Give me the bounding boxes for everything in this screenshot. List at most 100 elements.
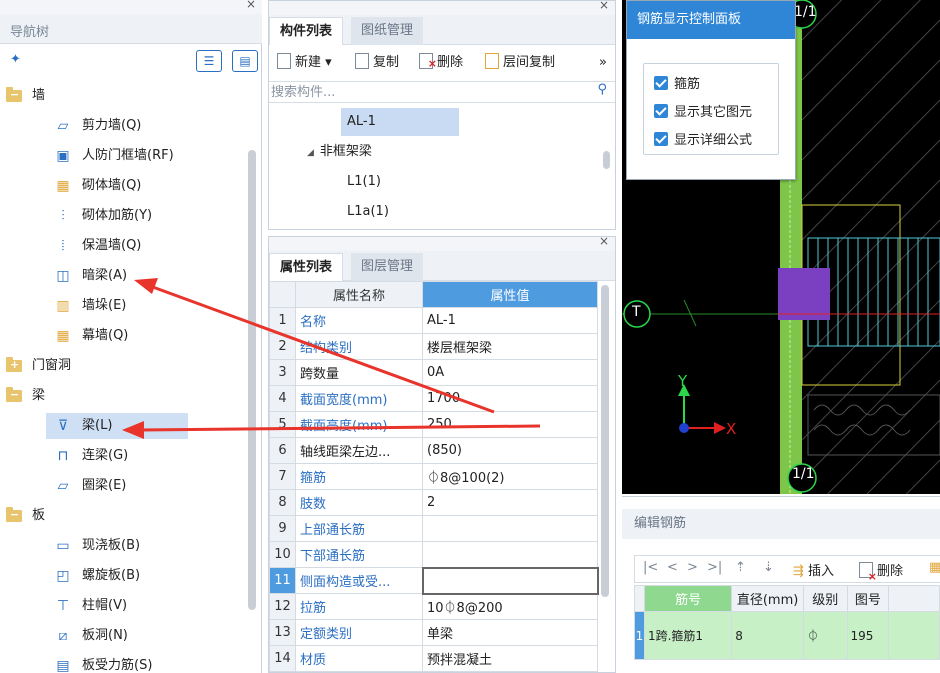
delete-button[interactable]: 删除 [419, 53, 463, 74]
rebar-bar-no[interactable]: 1跨.箍筋1 [643, 611, 733, 660]
property-row[interactable]: 7 箍筋 ⏀8@100(2) [269, 463, 598, 490]
tree-group-beam[interactable]: 梁 [0, 382, 240, 409]
tree-item-column-cap[interactable]: ⊤ 柱帽(V) [0, 593, 240, 619]
property-value[interactable]: ⏀8@100(2) [422, 463, 598, 490]
detail-view-icon[interactable]: ▤ [232, 50, 258, 72]
nav-scrollbar[interactable] [248, 150, 256, 610]
component-tree: AL-1 ◢ 非框架梁 L1(1) L1a(1) [269, 105, 615, 229]
checkbox-checked-icon[interactable] [654, 104, 668, 118]
property-row[interactable]: 1 名称 AL-1 [269, 307, 598, 334]
rebar-header-diameter: 直径(mm) [731, 585, 804, 612]
close-icon[interactable]: × [599, 234, 609, 248]
pin-icon[interactable]: ✦ [10, 52, 21, 67]
property-row[interactable]: 13 定额类别 单梁 [269, 619, 598, 646]
property-value[interactable] [422, 541, 598, 568]
component-item-l1[interactable]: L1(1) [347, 168, 381, 196]
tree-item-masonry-wall[interactable]: ▦ 砌体墙(Q) [0, 173, 240, 199]
property-row[interactable]: 10 下部通长筋 [269, 541, 598, 568]
option-show-detailed-formula[interactable]: 显示详细公式 [654, 130, 752, 152]
property-value[interactable]: 单梁 [422, 619, 598, 646]
component-scrollbar[interactable] [603, 151, 610, 169]
component-item-al1[interactable]: AL-1 [341, 108, 459, 136]
tree-item-hidden-beam[interactable]: ◫ 暗梁(A) [0, 263, 240, 289]
tree-item-slab-rebar[interactable]: ▤ 板受力筋(S) [0, 653, 240, 673]
property-row[interactable]: 6 轴线距梁左边... (850) [269, 437, 598, 464]
more-button[interactable]: » [599, 53, 607, 73]
tree-group-wall[interactable]: 墙 [0, 82, 240, 109]
more-tools-icon[interactable]: ▦ [929, 560, 940, 575]
tree-item-cast-slab[interactable]: ▭ 现浇板(B) [0, 533, 240, 559]
rebar-row[interactable]: 1 1跨.箍筋1 8 ⏀ 195 [634, 611, 940, 660]
property-value[interactable] [422, 515, 598, 542]
property-row[interactable]: 8 肢数 2 [269, 489, 598, 516]
last-record-button[interactable]: >| [707, 560, 722, 575]
option-show-other-elements[interactable]: 显示其它图元 [654, 102, 752, 124]
rebar-shape-no[interactable]: 195 [846, 611, 890, 660]
property-scrollbar[interactable] [601, 285, 609, 597]
list-view-icon[interactable]: ☰ [196, 50, 222, 72]
floor-copy-button[interactable]: 层间复制 [485, 53, 555, 73]
tree-item-door-frame-wall[interactable]: ▣ 人防门框墙(RF) [0, 143, 240, 169]
tree-item-coupling-beam[interactable]: ⊓ 连梁(G) [0, 443, 240, 469]
tree-item-shear-wall[interactable]: ⏥ 剪力墙(Q) [0, 113, 240, 139]
property-row[interactable]: 11 侧面构造或受... [269, 566, 599, 595]
property-row[interactable]: 4 截面宽度(mm) 1700 [269, 385, 598, 412]
property-value[interactable]: 10⏀8@200 [422, 593, 598, 620]
move-up-icon[interactable]: ⇡ [735, 560, 746, 575]
property-row[interactable]: 5 截面高度(mm) 250 [269, 411, 598, 438]
checkbox-checked-icon[interactable] [654, 76, 668, 90]
property-value[interactable]: 楼层框架梁 [422, 333, 598, 360]
property-value[interactable]: (850) [422, 437, 598, 464]
edit-delete-button[interactable]: 删除 [859, 560, 903, 583]
property-row[interactable]: 9 上部通长筋 [269, 515, 598, 542]
tree-group-slab[interactable]: 板 [0, 502, 240, 529]
folder-open-icon [6, 382, 22, 408]
property-index: 13 [269, 619, 296, 646]
move-down-icon[interactable]: ⇣ [763, 560, 774, 575]
tree-item-spiral-slab[interactable]: ◰ 螺旋板(B) [0, 563, 240, 589]
tree-item-masonry-rebar[interactable]: ⫶ 砌体加筋(Y) [0, 203, 240, 229]
rebar-extra-cell[interactable] [888, 611, 940, 660]
property-value[interactable]: 250 [422, 411, 598, 438]
collapse-triangle-icon[interactable]: ◢ [307, 148, 314, 158]
new-button[interactable]: 新建 ▾ [277, 53, 332, 73]
close-icon[interactable]: × [599, 0, 609, 12]
tree-item-slab-hole[interactable]: ⧄ 板洞(N) [0, 623, 240, 649]
next-record-button[interactable]: > [687, 560, 698, 575]
property-row[interactable]: 12 拉筋 10⏀8@200 [269, 593, 598, 620]
property-value[interactable]: 0A [422, 359, 598, 386]
component-item-l1a[interactable]: L1a(1) [347, 198, 389, 226]
tree-item-wall-pier[interactable]: ▥ 墙垛(E) [0, 293, 240, 319]
property-value[interactable]: 预拌混凝土 [422, 645, 598, 672]
tree-group-openings[interactable]: 门窗洞 [0, 352, 240, 379]
edit-rebar-toolbar: |< < > >| ⇡ ⇣ ⇶ 插入 删除 ▦ [634, 555, 940, 583]
property-row[interactable]: 3 跨数量 0A [269, 359, 598, 386]
checkbox-checked-icon[interactable] [654, 132, 668, 146]
tree-item-curtain-wall[interactable]: ▦ 幕墙(Q) [0, 323, 240, 349]
property-value[interactable]: AL-1 [422, 307, 598, 334]
close-icon[interactable]: × [246, 0, 256, 11]
property-value[interactable] [421, 566, 599, 595]
copy-button[interactable]: 复制 [355, 53, 399, 73]
search-icon[interactable]: ⚲ [597, 82, 607, 97]
tab-component-list[interactable]: 构件列表 [269, 17, 344, 45]
tree-item-beam[interactable]: ⊽ 梁(L) [0, 413, 240, 439]
component-group-non-frame-beam[interactable]: ◢ 非框架梁 [307, 138, 372, 166]
property-row[interactable]: 14 材质 预拌混凝土 [269, 645, 598, 672]
first-record-button[interactable]: |< [643, 560, 658, 575]
insert-button[interactable]: ⇶ 插入 [793, 560, 834, 579]
rebar-grade[interactable]: ⏀ [802, 611, 848, 660]
property-value[interactable]: 1700 [422, 385, 598, 412]
tab-layer-management[interactable]: 图层管理 [351, 253, 424, 281]
property-row[interactable]: 2 结构类别 楼层框架梁 [269, 333, 598, 360]
search-input[interactable] [271, 83, 581, 101]
property-value[interactable]: 2 [422, 489, 598, 516]
tab-drawing-management[interactable]: 图纸管理 [351, 17, 424, 45]
tab-property-list[interactable]: 属性列表 [269, 253, 344, 281]
tree-item-ring-beam[interactable]: ▱ 圈梁(E) [0, 473, 240, 499]
option-stirrup[interactable]: 箍筋 [654, 74, 700, 96]
rebar-diameter[interactable]: 8 [731, 611, 804, 660]
axis-tick [683, 299, 697, 327]
prev-record-button[interactable]: < [667, 560, 678, 575]
tree-item-insulation-wall[interactable]: ⦙ 保温墙(Q) [0, 233, 240, 259]
